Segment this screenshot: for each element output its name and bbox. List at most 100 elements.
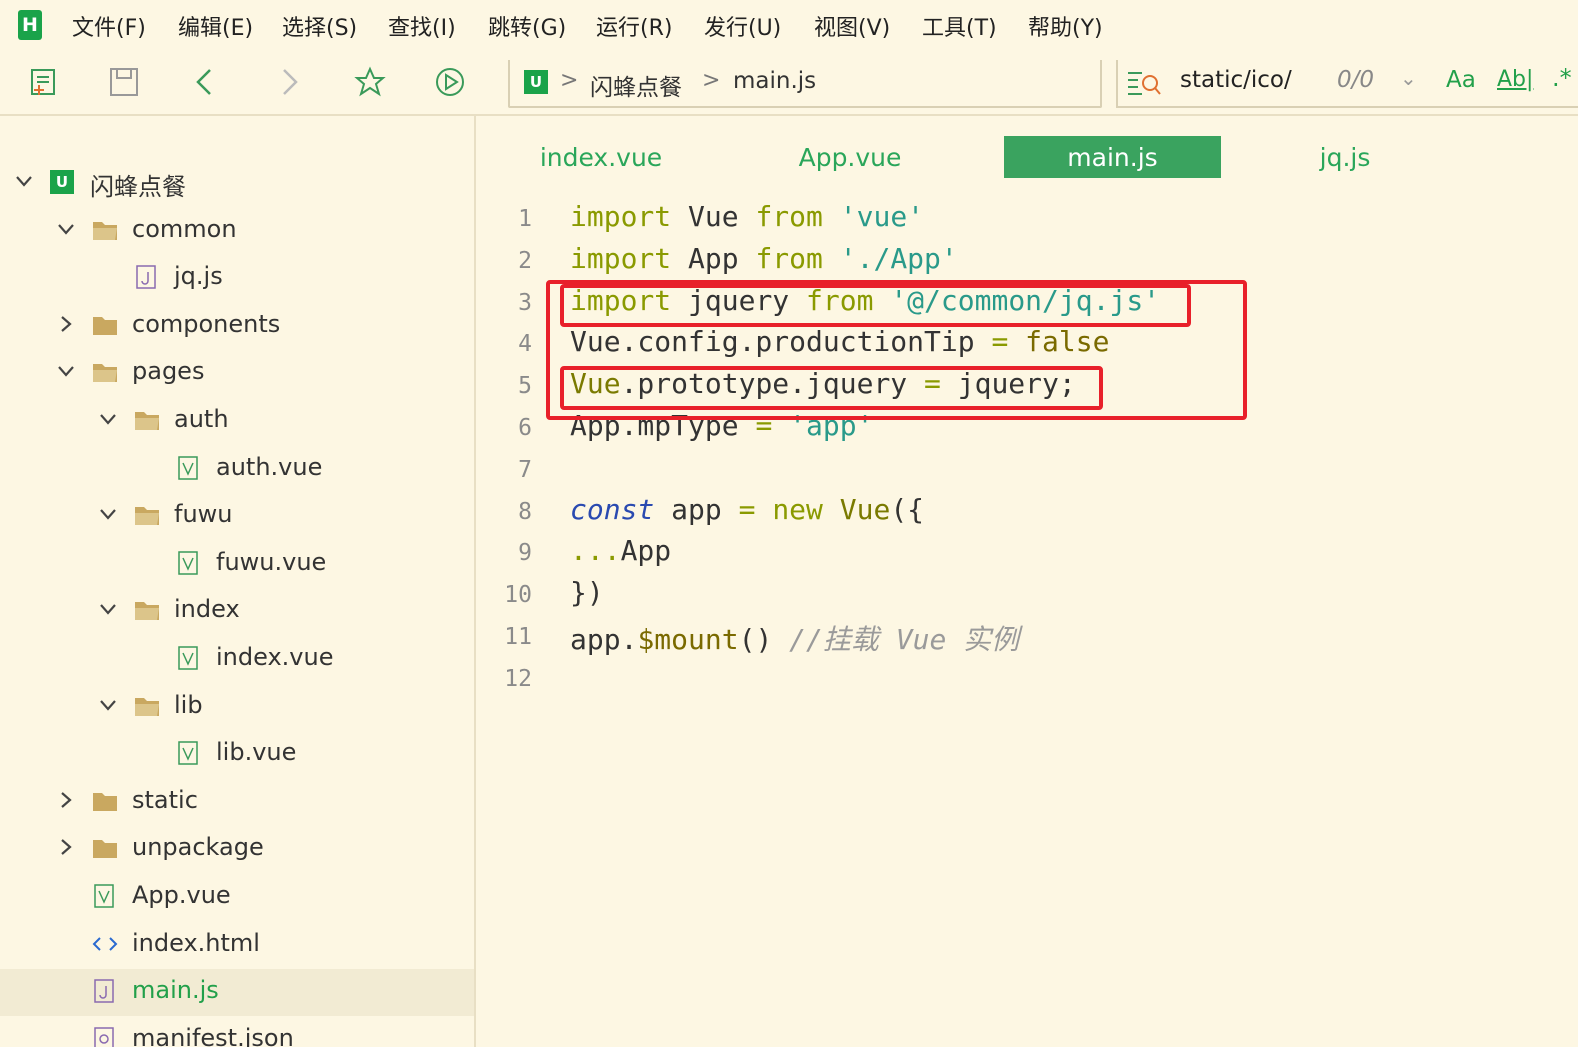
chevron-down-icon[interactable] bbox=[14, 171, 34, 191]
tree-item[interactable]: pages bbox=[0, 350, 474, 397]
new-file-icon[interactable] bbox=[28, 66, 60, 98]
tab-main-js[interactable]: main.js bbox=[1004, 136, 1221, 178]
code-token: $mount bbox=[637, 623, 739, 656]
tree-item[interactable]: manifest.json bbox=[0, 1017, 474, 1047]
tree-item-label: index.vue bbox=[216, 643, 334, 671]
chevron-down-icon[interactable] bbox=[56, 219, 76, 239]
save-icon[interactable] bbox=[108, 66, 140, 98]
breadcrumb-separator: > bbox=[702, 68, 721, 93]
tree-item[interactable]: fuwu bbox=[0, 493, 474, 540]
menu-publish[interactable]: 发行(U) bbox=[704, 10, 781, 42]
folder-icon bbox=[92, 313, 118, 337]
code-token: new bbox=[772, 492, 823, 526]
whole-word-button[interactable]: Ab| bbox=[1497, 67, 1533, 92]
js-file-icon bbox=[92, 979, 118, 1003]
chevron-down-icon[interactable]: ⌄ bbox=[1400, 66, 1417, 90]
menu-bar: H 文件(F) 编辑(E) 选择(S) 查找(I) 跳转(G) 运行(R) 发行… bbox=[0, 0, 1578, 52]
line-number: 6 bbox=[518, 415, 532, 441]
chevron-down-icon[interactable] bbox=[98, 695, 118, 715]
code-text: const app = new Vue({ bbox=[570, 493, 924, 526]
tree-item[interactable]: fuwu.vue bbox=[0, 541, 474, 588]
project-explorer: U 闪蜂点餐 common jq.js components pages auth auth.… bbox=[0, 116, 476, 1047]
code-text: import Vue from 'vue' bbox=[570, 200, 924, 233]
menu-goto[interactable]: 跳转(G) bbox=[488, 10, 566, 42]
search-input[interactable]: static/ico/ bbox=[1180, 67, 1292, 93]
tab-index-vue[interactable]: index.vue bbox=[520, 136, 682, 178]
line-number: 12 bbox=[504, 665, 532, 692]
tree-item-label: index bbox=[174, 595, 240, 624]
tree-item[interactable]: lib bbox=[0, 684, 474, 731]
chevron-down-icon[interactable] bbox=[98, 599, 118, 619]
menu-file[interactable]: 文件(F) bbox=[72, 10, 146, 42]
tree-item[interactable]: lib.vue bbox=[0, 731, 474, 778]
code-token: //挂载 Vue 实例 bbox=[789, 623, 1020, 656]
menu-select[interactable]: 选择(S) bbox=[282, 10, 357, 42]
menu-help[interactable]: 帮助(Y) bbox=[1028, 10, 1103, 42]
tree-item[interactable]: auth.vue bbox=[0, 446, 474, 493]
breadcrumb-file[interactable]: main.js bbox=[733, 68, 816, 94]
code-line[interactable]: 10}) bbox=[496, 576, 1566, 618]
tree-item-label: main.js bbox=[132, 976, 219, 1005]
code-text: app.$mount() //挂载 Vue 实例 bbox=[570, 618, 1019, 658]
regex-button[interactable]: .* bbox=[1552, 64, 1572, 92]
menu-tools[interactable]: 工具(T) bbox=[922, 10, 997, 42]
chevron-right-icon[interactable] bbox=[56, 837, 76, 857]
tree-item[interactable]: App.vue bbox=[0, 874, 474, 921]
code-token: from bbox=[755, 241, 823, 275]
run-icon[interactable] bbox=[434, 66, 466, 98]
tree-item[interactable]: components bbox=[0, 303, 474, 350]
tree-item[interactable]: index.html bbox=[0, 922, 474, 969]
chevron-down-icon[interactable] bbox=[98, 504, 118, 524]
code-token: }) bbox=[570, 576, 604, 610]
line-number: 5 bbox=[518, 373, 532, 400]
tree-item[interactable]: auth bbox=[0, 398, 474, 445]
code-line[interactable]: 1 import Vue from 'vue' bbox=[496, 200, 1566, 242]
tree-item[interactable]: jq.js bbox=[0, 255, 474, 302]
folder-icon bbox=[92, 360, 118, 384]
menu-run[interactable]: 运行(R) bbox=[596, 10, 672, 42]
code-token: Vue bbox=[839, 492, 891, 526]
tree-item-label: jq.js bbox=[174, 262, 223, 291]
code-token: App bbox=[671, 241, 756, 275]
find-in-files-icon[interactable] bbox=[1126, 68, 1162, 98]
code-line[interactable]: 11 app.$mount() //挂载 Vue 实例 bbox=[496, 618, 1566, 660]
menu-view[interactable]: 视图(V) bbox=[814, 10, 890, 42]
line-number: 3 bbox=[518, 289, 532, 316]
tree-item[interactable]: index bbox=[0, 588, 474, 635]
back-arrow-icon[interactable] bbox=[190, 66, 222, 98]
folder-icon bbox=[134, 503, 160, 527]
menu-find[interactable]: 查找(I) bbox=[388, 10, 456, 42]
tree-item[interactable]: main.js bbox=[0, 969, 474, 1017]
breadcrumb-project[interactable]: 闪蜂点餐 bbox=[590, 68, 682, 102]
code-line[interactable]: 8 const app = new Vue({ bbox=[496, 493, 1566, 535]
tree-item-label: fuwu bbox=[174, 500, 233, 529]
match-case-button[interactable]: Aa bbox=[1446, 67, 1476, 93]
chevron-down-icon[interactable] bbox=[56, 361, 76, 381]
code-token: App bbox=[620, 534, 672, 568]
folder-icon bbox=[134, 598, 160, 622]
folder-icon bbox=[92, 789, 118, 813]
chevron-down-icon[interactable] bbox=[98, 409, 118, 429]
tree-item[interactable]: index.vue bbox=[0, 636, 474, 683]
forward-arrow-icon[interactable] bbox=[272, 66, 304, 98]
tree-item[interactable]: common bbox=[0, 208, 474, 255]
tree-item-label: auth.vue bbox=[216, 452, 323, 481]
tree-item[interactable]: U 闪蜂点餐 bbox=[0, 160, 474, 207]
tab-jq-js[interactable]: jq.js bbox=[1300, 136, 1390, 178]
tab-app-vue[interactable]: App.vue bbox=[770, 136, 930, 178]
tree-item[interactable]: unpackage bbox=[0, 826, 474, 873]
code-line[interactable]: 12 bbox=[496, 660, 1566, 702]
menu-edit[interactable]: 编辑(E) bbox=[178, 10, 253, 42]
chevron-right-icon[interactable] bbox=[56, 314, 76, 334]
code-token: = bbox=[738, 492, 756, 526]
tree-item[interactable]: static bbox=[0, 779, 474, 826]
chevron-right-icon[interactable] bbox=[56, 790, 76, 810]
code-line[interactable]: 2 import App from './App' bbox=[496, 242, 1566, 284]
code-line[interactable]: 7 bbox=[496, 451, 1566, 493]
tree-item-label: common bbox=[132, 214, 237, 243]
code-token: () bbox=[738, 623, 790, 656]
code-line[interactable]: 9 ...App bbox=[496, 534, 1566, 576]
tree-item-label: fuwu.vue bbox=[216, 547, 327, 576]
star-icon[interactable] bbox=[354, 66, 386, 98]
